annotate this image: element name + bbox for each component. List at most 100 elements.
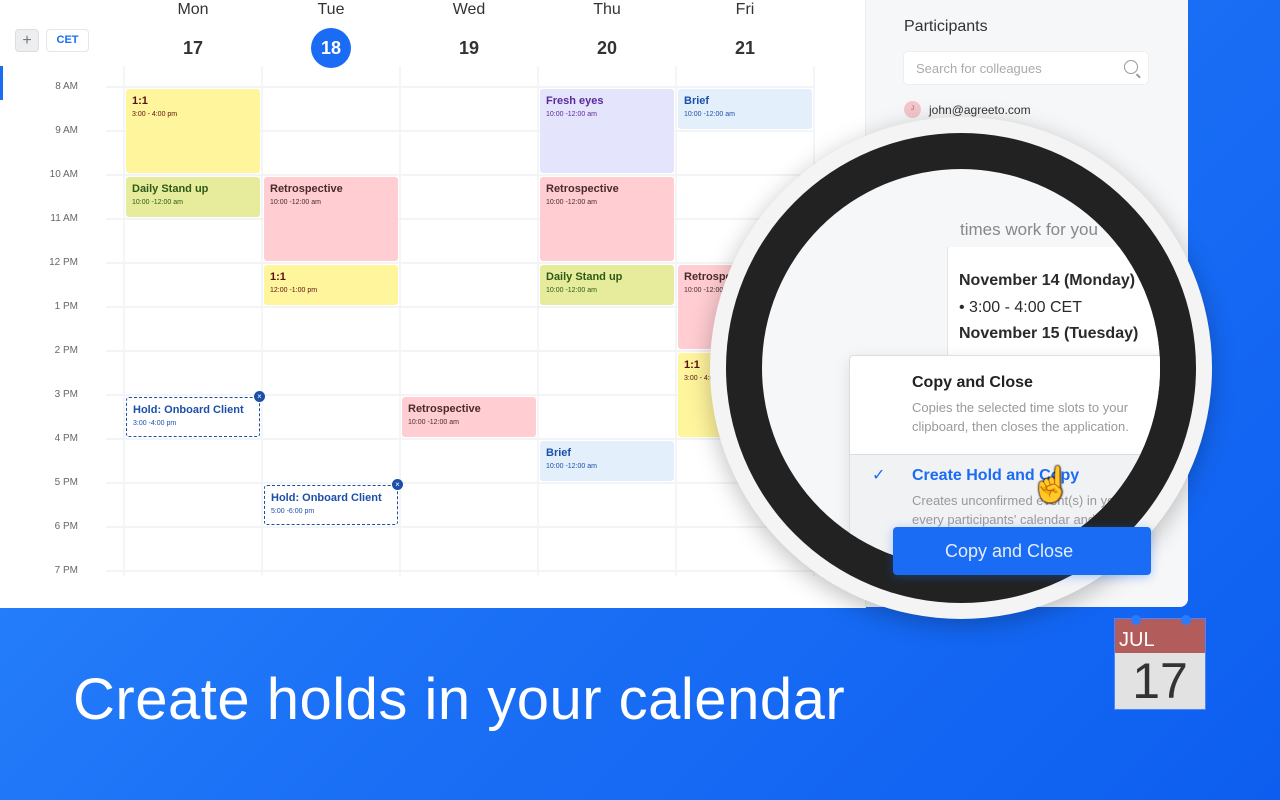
slot-date: November 14 (Monday): [959, 272, 1136, 289]
menu-item-title: Copy and Close: [912, 374, 1033, 391]
grid-hour-line: [106, 438, 814, 440]
add-button[interactable]: +: [15, 29, 39, 52]
calendar-event[interactable]: Daily Stand up 10:00 -12:00 am: [126, 177, 260, 217]
calendar-icon-month: JUL: [1115, 619, 1205, 653]
hour-label: 7 PM: [54, 565, 78, 576]
hour-label: 6 PM: [54, 521, 78, 532]
event-title: Retrospective: [270, 183, 343, 195]
calendar-event[interactable]: Daily Stand up 10:00 -12:00 am: [540, 265, 674, 305]
hour-label: 12 PM: [49, 257, 78, 268]
calendar-app-icon: JUL 17: [1114, 615, 1206, 710]
menu-item-copy-and-close[interactable]: Copy and Close Copies the selected time …: [850, 356, 1160, 454]
day-date: 20: [596, 38, 618, 58]
event-time: 10:00 -12:00 am: [546, 463, 597, 470]
search-colleagues-input[interactable]: Search for colleagues: [903, 51, 1149, 85]
hour-label: 5 PM: [54, 477, 78, 488]
event-title: Fresh eyes: [546, 95, 604, 107]
day-name: Mon: [177, 1, 209, 18]
menu-item-desc: Copies the selected time slots to your c…: [912, 400, 1129, 434]
day-name: Wed: [452, 1, 486, 18]
day-header[interactable]: Mon 17: [124, 0, 262, 68]
ring-icon: [1181, 615, 1191, 625]
slot-time: • 3:00 - 4:00 CET: [959, 299, 1082, 316]
event-title: Retrospective: [546, 183, 619, 195]
grid-column-line: [261, 66, 263, 576]
grid-column-line: [399, 66, 401, 576]
grid-hour-line: [106, 218, 814, 220]
hour-label: 3 PM: [54, 389, 78, 400]
day-date: 21: [734, 38, 756, 58]
participant-item[interactable]: Jjohn@agreeto.com: [904, 101, 1031, 118]
day-date: 17: [182, 38, 204, 58]
calendar-event[interactable]: Retrospective 10:00 -12:00 am: [402, 397, 536, 437]
grid-hour-line: [106, 174, 814, 176]
search-placeholder: Search for colleagues: [916, 61, 1042, 76]
day-header[interactable]: Thu 20: [538, 0, 676, 68]
event-time: 10:00 -12:00 am: [546, 199, 597, 206]
magnifier-lens: times work for you 🇺🇸 ⌄ November 14 (Mon…: [762, 169, 1160, 567]
hour-label: 2 PM: [54, 345, 78, 356]
day-date: 18: [311, 28, 351, 68]
event-time: 10:00 -12:00 am: [684, 111, 735, 118]
event-title: Brief: [684, 95, 710, 107]
grid-hour-line: [106, 526, 814, 528]
event-title: Hold: Onboard Client: [271, 492, 382, 504]
grid-hour-line: [106, 86, 814, 88]
grid-hour-line: [106, 570, 814, 572]
event-title: Retrospective: [408, 403, 481, 415]
check-icon: ✓: [872, 467, 886, 484]
grid-hour-line: [106, 262, 814, 264]
hour-label: 11 AM: [50, 213, 78, 224]
calendar-event[interactable]: Retrospective 10:00 -12:00 am: [540, 177, 674, 261]
event-time: 10:00 -12:00 am: [546, 287, 597, 294]
event-title: 1:1: [270, 271, 286, 283]
event-title: Hold: Onboard Client: [133, 404, 244, 416]
headline: Create holds in your calendar: [73, 667, 846, 732]
day-name: Tue: [317, 1, 345, 18]
grid-column-line: [675, 66, 677, 576]
event-title: Brief: [546, 447, 572, 459]
copy-and-close-button[interactable]: Copy and Close: [893, 527, 1151, 575]
day-name: Fri: [735, 1, 755, 18]
calendar-icon-day: 17: [1132, 653, 1188, 709]
calendar-event[interactable]: 1:1 12:00 -1:00 pm: [264, 265, 398, 305]
hold-event[interactable]: Hold: Onboard Client 3:00 -4:00 pm ×: [126, 391, 265, 437]
calendar-event[interactable]: Brief 10:00 -12:00 am: [540, 441, 674, 481]
event-time: 12:00 -1:00 pm: [270, 287, 318, 294]
participants-title: Participants: [904, 18, 988, 35]
calendar-event[interactable]: Brief 10:00 -12:00 am: [678, 89, 812, 129]
hand-cursor-icon: ☝: [1030, 466, 1073, 504]
search-icon: [1124, 60, 1138, 74]
day-header[interactable]: Tue 18: [262, 0, 400, 68]
event-time: 3:00 - 4:00 pm: [132, 111, 178, 118]
hour-label: 1 PM: [54, 301, 78, 312]
ring-icon: [1131, 615, 1141, 625]
calendar-event[interactable]: 1:1 3:00 - 4:00 pm: [126, 89, 260, 173]
hour-label: 8 AM: [55, 81, 78, 92]
grid-hour-line: [106, 350, 814, 352]
day-date: 19: [458, 38, 480, 58]
event-time: 10:00 -12:00 am: [270, 199, 321, 206]
event-time: 10:00 -12:00 am: [408, 419, 459, 426]
hold-event[interactable]: Hold: Onboard Client 5:00 -6:00 pm ×: [264, 479, 403, 525]
day-header[interactable]: Wed 19: [400, 0, 538, 68]
times-prompt: times work for you: [960, 220, 1098, 239]
event-title: Daily Stand up: [546, 271, 623, 283]
remove-hold-icon[interactable]: ×: [254, 391, 265, 402]
day-header[interactable]: Fri 21: [676, 0, 814, 68]
slot-date: November 15 (Tuesday): [959, 325, 1139, 342]
timezone-button[interactable]: CET: [46, 29, 89, 52]
event-title: Daily Stand up: [132, 183, 209, 195]
remove-hold-icon[interactable]: ×: [392, 479, 403, 490]
event-title: 1:1: [132, 95, 148, 107]
calendar-event[interactable]: Retrospective 10:00 -12:00 am: [264, 177, 398, 261]
event-time: 3:00 -4:00 pm: [133, 420, 177, 427]
grid-column-line: [123, 66, 125, 576]
grid-hour-line: [106, 482, 814, 484]
current-time-indicator: [0, 66, 3, 100]
event-time: 10:00 -12:00 am: [546, 111, 597, 118]
calendar-event[interactable]: Fresh eyes 10:00 -12:00 am: [540, 89, 674, 173]
participant-email: john@agreeto.com: [929, 102, 1031, 117]
grid-column-line: [537, 66, 539, 576]
hour-label: 10 AM: [49, 169, 78, 180]
